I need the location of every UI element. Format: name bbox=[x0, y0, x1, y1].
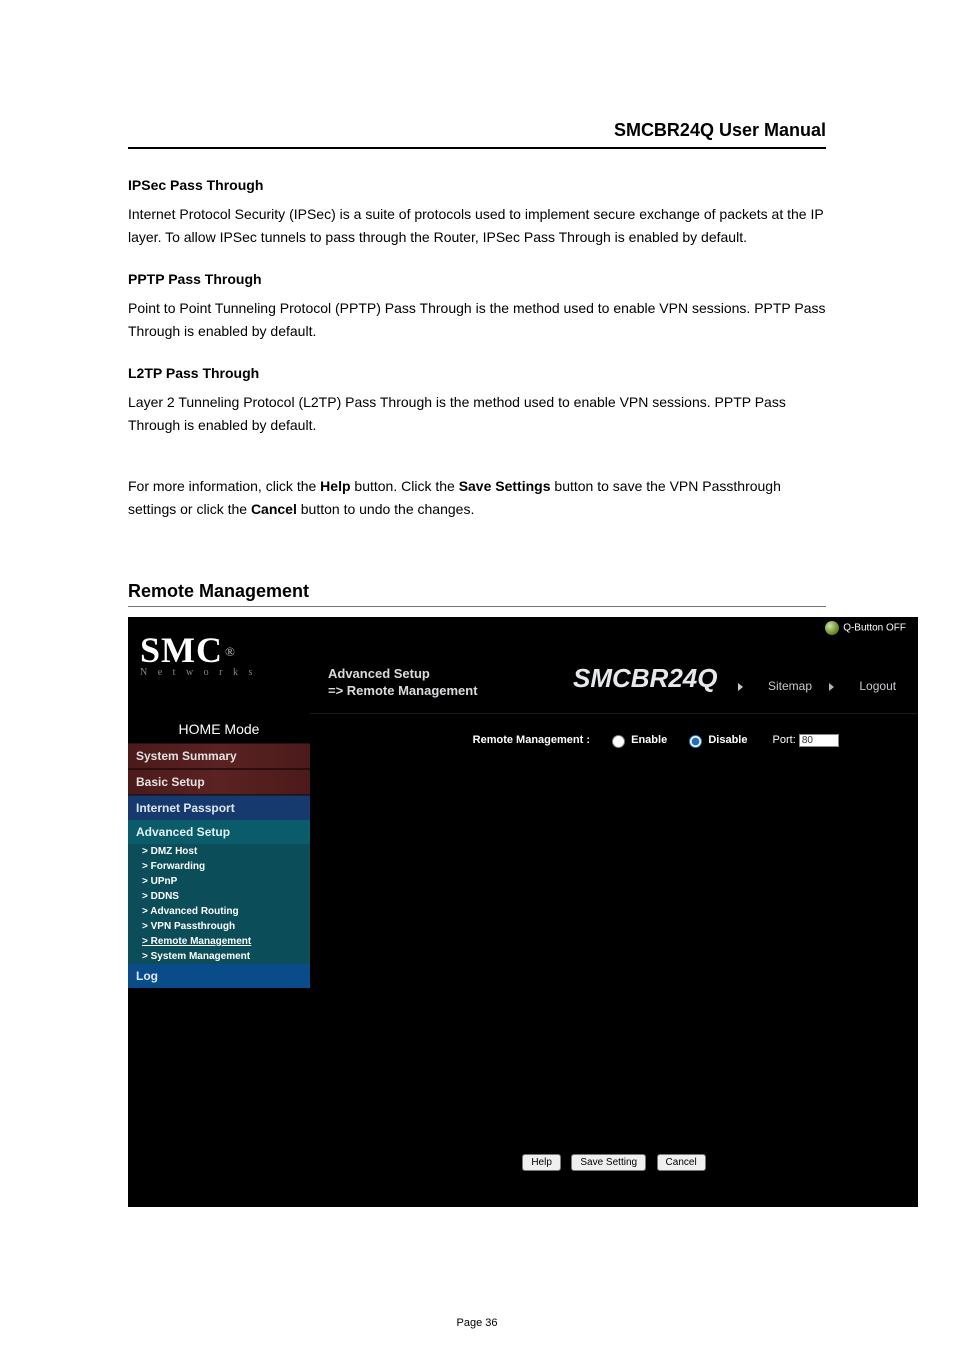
moreinfo-b: button. Click the bbox=[351, 478, 459, 494]
sidebar-sub-remote[interactable]: > Remote Management bbox=[128, 934, 310, 949]
enable-option[interactable]: Enable bbox=[607, 734, 670, 746]
q-button-label: Q-Button OFF bbox=[843, 623, 906, 634]
save-word: Save Settings bbox=[459, 478, 551, 494]
header-rule bbox=[128, 147, 826, 149]
sidebar-item-home[interactable]: HOME Mode bbox=[128, 715, 310, 743]
remote-mgmt-title: Remote Management bbox=[128, 581, 826, 607]
router-ui-screenshot: Q-Button OFF SMC® N e t w o r k s Advanc… bbox=[128, 617, 918, 1207]
sidebar-sub-dmz[interactable]: > DMZ Host bbox=[128, 844, 310, 859]
l2tp-heading: L2TP Pass Through bbox=[128, 365, 826, 381]
sidebar-sub-upnp[interactable]: > UPnP bbox=[128, 874, 310, 889]
brand-logo: SMC® N e t w o r k s bbox=[140, 629, 256, 678]
help-button[interactable]: Help bbox=[522, 1154, 561, 1171]
remote-management-row: Remote Management : Enable Disable Port: bbox=[310, 732, 908, 748]
top-links: Sitemap Logout bbox=[738, 679, 896, 693]
l2tp-body: Layer 2 Tunneling Protocol (L2TP) Pass T… bbox=[128, 391, 826, 437]
port-input[interactable] bbox=[799, 734, 839, 747]
sidebar-subitems: > DMZ Host > Forwarding > UPnP > DDNS > … bbox=[128, 844, 310, 964]
brand-reg: ® bbox=[225, 644, 235, 659]
enable-radio[interactable] bbox=[612, 735, 625, 748]
moreinfo-d: button to undo the changes. bbox=[297, 501, 474, 517]
port-label: Port: bbox=[773, 734, 796, 746]
pptp-body: Point to Point Tunneling Protocol (PPTP)… bbox=[128, 297, 826, 343]
cancel-button[interactable]: Cancel bbox=[657, 1154, 706, 1171]
sidebar-item-log[interactable]: Log bbox=[128, 964, 310, 988]
help-word: Help bbox=[320, 478, 350, 494]
page-header: SMCBR24Q User Manual bbox=[128, 120, 826, 147]
pptp-heading: PPTP Pass Through bbox=[128, 271, 826, 287]
save-button[interactable]: Save Setting bbox=[571, 1154, 646, 1171]
sidebar-sub-routing[interactable]: > Advanced Routing bbox=[128, 904, 310, 919]
sidebar-item-advanced[interactable]: Advanced Setup bbox=[128, 820, 310, 844]
brand-sub: N e t w o r k s bbox=[140, 667, 256, 678]
cancel-word: Cancel bbox=[251, 501, 297, 517]
moreinfo-body: For more information, click the Help but… bbox=[128, 475, 826, 521]
breadcrumb-l2: => Remote Management bbox=[328, 682, 478, 699]
triangle-icon bbox=[829, 683, 839, 691]
enable-label: Enable bbox=[631, 734, 667, 746]
page-number: Page 36 bbox=[0, 1317, 954, 1329]
sidebar-item-summary[interactable]: System Summary bbox=[128, 743, 310, 769]
ipsec-heading: IPSec Pass Through bbox=[128, 177, 826, 193]
sidebar-sub-ddns[interactable]: > DDNS bbox=[128, 889, 310, 904]
sidebar-item-passport[interactable]: Internet Passport bbox=[128, 795, 310, 820]
sidebar-sub-vpn[interactable]: > VPN Passthrough bbox=[128, 919, 310, 934]
main-panel: Remote Management : Enable Disable Port:… bbox=[310, 713, 918, 1207]
remote-management-label: Remote Management : bbox=[310, 734, 590, 746]
q-button-status: Q-Button OFF bbox=[825, 621, 906, 635]
q-button-icon bbox=[825, 621, 839, 635]
sidebar: HOME Mode System Summary Basic Setup Int… bbox=[128, 715, 310, 1207]
button-row: Help Save Setting Cancel bbox=[310, 1152, 918, 1171]
disable-option[interactable]: Disable bbox=[684, 734, 750, 746]
product-name: SMCBR24Q bbox=[573, 663, 717, 694]
brand-name: SMC bbox=[140, 630, 223, 670]
disable-label: Disable bbox=[708, 734, 747, 746]
breadcrumb: Advanced Setup => Remote Management bbox=[328, 665, 478, 699]
logout-link[interactable]: Logout bbox=[859, 679, 896, 693]
sidebar-sub-system[interactable]: > System Management bbox=[128, 949, 310, 964]
sitemap-link[interactable]: Sitemap bbox=[768, 679, 812, 693]
breadcrumb-l1: Advanced Setup bbox=[328, 665, 478, 682]
triangle-icon bbox=[738, 683, 748, 691]
sidebar-item-basic[interactable]: Basic Setup bbox=[128, 769, 310, 795]
moreinfo-a: For more information, click the bbox=[128, 478, 320, 494]
sidebar-sub-forward[interactable]: > Forwarding bbox=[128, 859, 310, 874]
ipsec-body: Internet Protocol Security (IPSec) is a … bbox=[128, 203, 826, 249]
disable-radio[interactable] bbox=[689, 735, 702, 748]
